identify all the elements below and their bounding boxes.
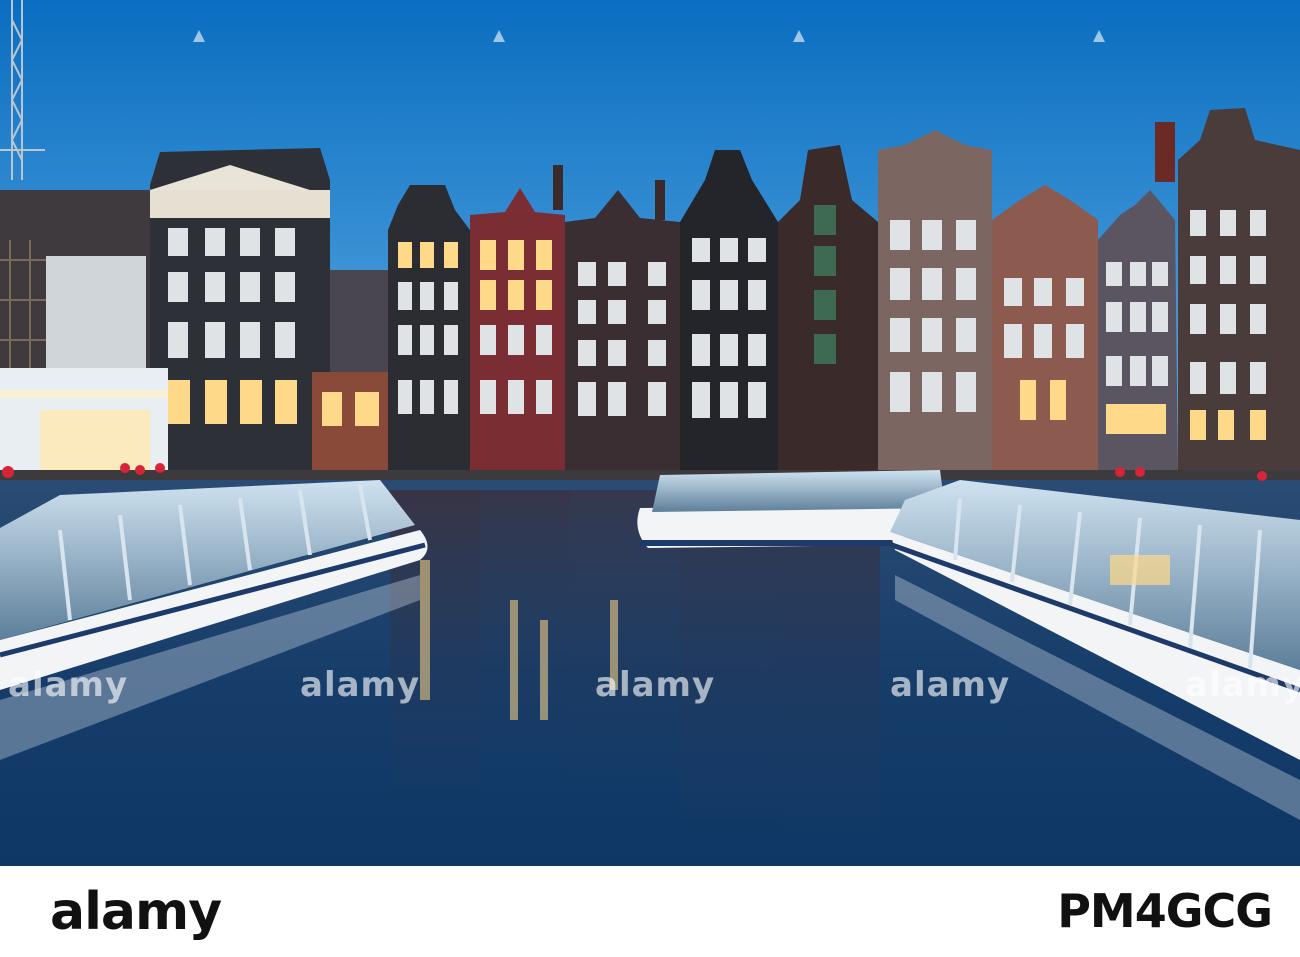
stock-photo: alamy alamy alamy alamy alamy	[0, 0, 1300, 866]
building-sheeted	[46, 256, 146, 386]
stock-footer: alamy PM4GCG	[0, 866, 1300, 957]
canal-scene	[0, 0, 1300, 866]
image-id: PM4GCG	[1057, 884, 1273, 938]
brand-logo: alamy	[50, 882, 222, 942]
